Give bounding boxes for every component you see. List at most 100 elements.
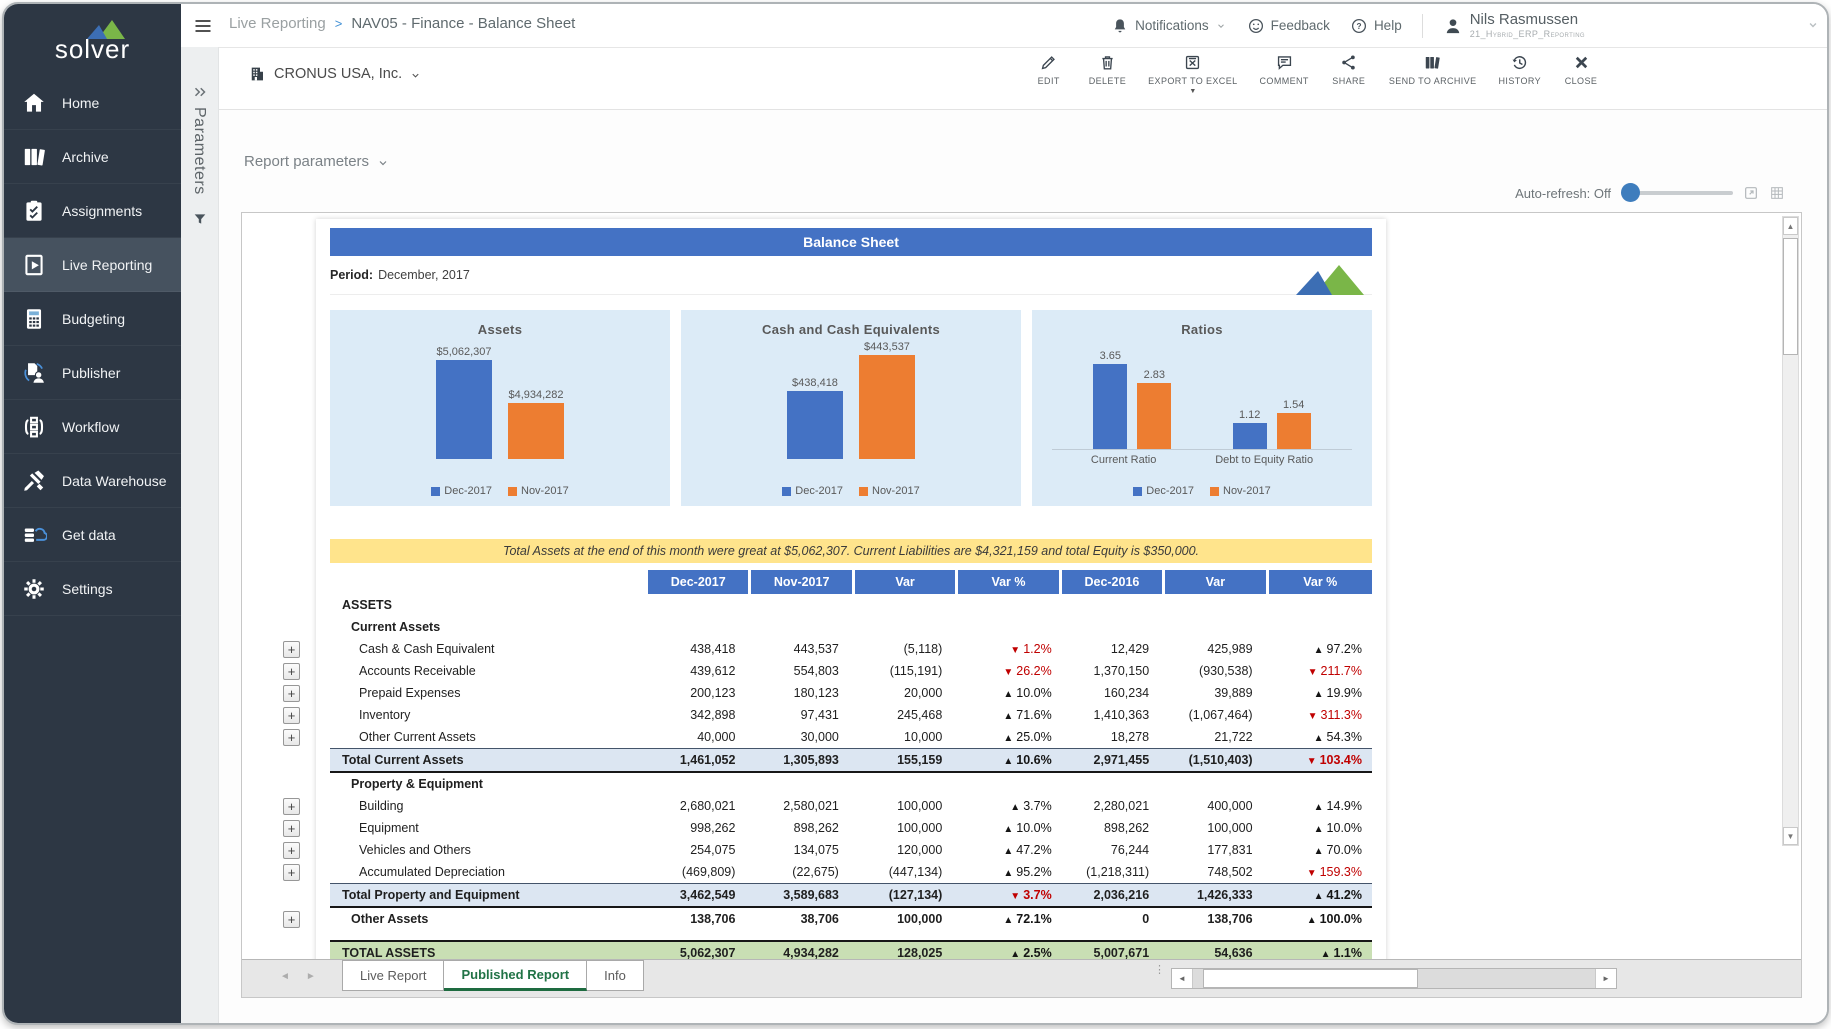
horizontal-scroll-thumb[interactable] bbox=[1203, 969, 1418, 988]
assignments-icon bbox=[21, 198, 47, 224]
scroll-down-button[interactable]: ▼ bbox=[1783, 827, 1798, 845]
vertical-scrollbar[interactable]: ▲ ▼ bbox=[1782, 216, 1799, 846]
bar-value-label: $4,934,282 bbox=[508, 389, 563, 401]
expand-row-button[interactable]: + bbox=[283, 707, 300, 724]
history-button[interactable]: HISTORY bbox=[1499, 53, 1541, 94]
period-value: December, 2017 bbox=[378, 268, 470, 282]
scroll-left-button[interactable]: ◄ bbox=[1172, 969, 1193, 988]
note-text: Total Assets at the end of this month we… bbox=[503, 544, 1199, 558]
edit-button[interactable]: EDIT bbox=[1031, 53, 1067, 94]
column-header[interactable]: Dec-2017 bbox=[648, 570, 751, 594]
column-header[interactable]: Var % bbox=[1269, 570, 1372, 594]
grid-view-icon[interactable] bbox=[1769, 185, 1785, 201]
bar-value-label: $438,418 bbox=[792, 377, 838, 389]
sidebar-item-publisher[interactable]: Publisher bbox=[4, 346, 181, 400]
expand-row-button[interactable]: + bbox=[283, 820, 300, 837]
value-cell: 998,262 bbox=[648, 821, 751, 835]
feedback-button[interactable]: Feedback bbox=[1247, 17, 1330, 35]
vertical-scroll-track[interactable] bbox=[1783, 235, 1798, 827]
expand-row-button[interactable]: + bbox=[283, 641, 300, 658]
trash-icon bbox=[1098, 53, 1117, 72]
sidebar-item-data-warehouse[interactable]: Data Warehouse bbox=[4, 454, 181, 508]
slider-knob[interactable] bbox=[1621, 183, 1640, 202]
column-header[interactable]: Nov-2017 bbox=[751, 570, 854, 594]
user-menu[interactable]: Nils Rasmussen 21_Hybrid_ERP_Reporting bbox=[1443, 12, 1585, 39]
sidebar-item-live-reporting[interactable]: Live Reporting bbox=[4, 238, 181, 292]
variance-percent-value: 311.3% bbox=[1321, 708, 1362, 722]
sidebar-item-workflow[interactable]: Workflow bbox=[4, 400, 181, 454]
help-button[interactable]: ? Help bbox=[1350, 17, 1402, 35]
bar-wrapper: $5,062,307 bbox=[436, 337, 492, 459]
table-row: Prepaid Expenses200,123180,12320,000▲10.… bbox=[330, 682, 1372, 704]
parameters-label[interactable]: Parameters bbox=[190, 107, 208, 195]
value-cell: 160,234 bbox=[1062, 686, 1165, 700]
variance-percent-value: 103.4% bbox=[1320, 753, 1362, 767]
user-name: Nils Rasmussen bbox=[1470, 12, 1585, 29]
sidebar-item-settings[interactable]: Settings bbox=[4, 562, 181, 616]
splitter-handle[interactable]: ⋮ bbox=[1154, 968, 1162, 973]
bar-value-label: 1.12 bbox=[1239, 409, 1260, 421]
auto-refresh-slider[interactable] bbox=[1621, 191, 1733, 195]
sidebar-item-assignments[interactable]: Assignments bbox=[4, 184, 181, 238]
expand-row-button[interactable]: + bbox=[283, 864, 300, 881]
close-button[interactable]: CLOSE bbox=[1563, 53, 1599, 94]
breadcrumb-section[interactable]: Live Reporting bbox=[229, 15, 326, 32]
hamburger-menu-icon[interactable] bbox=[193, 16, 213, 36]
horizontal-scroll-track[interactable] bbox=[1193, 969, 1595, 988]
expand-row-button[interactable]: + bbox=[283, 911, 300, 928]
feedback-label: Feedback bbox=[1271, 18, 1330, 33]
notifications-button[interactable]: Notifications bbox=[1111, 17, 1227, 35]
sidebar-item-archive[interactable]: Archive bbox=[4, 130, 181, 184]
variance-percent-value: 3.7% bbox=[1023, 799, 1052, 813]
comment-button[interactable]: COMMENT bbox=[1260, 53, 1309, 94]
expand-row-button[interactable]: + bbox=[283, 685, 300, 702]
expand-row-button[interactable]: + bbox=[283, 663, 300, 680]
share-button[interactable]: SHARE bbox=[1331, 53, 1367, 94]
expand-row-button[interactable]: + bbox=[283, 798, 300, 815]
tab-scroll-right-icon[interactable]: ► bbox=[306, 971, 316, 982]
table-row: Equipment998,262898,262100,000▲10.0%898,… bbox=[330, 817, 1372, 839]
column-header[interactable]: Var % bbox=[958, 570, 1061, 594]
value-cell: (5,118) bbox=[855, 642, 958, 656]
send-to-archive-button[interactable]: SEND TO ARCHIVE bbox=[1389, 53, 1477, 94]
topbar-actions: Notifications Feedback ? Help Nils Rasmu… bbox=[1111, 4, 1585, 47]
close-icon bbox=[1572, 53, 1591, 72]
expand-row-button[interactable]: + bbox=[283, 842, 300, 859]
sidebar-item-home[interactable]: Home bbox=[4, 76, 181, 130]
expand-parameters-icon[interactable] bbox=[191, 83, 209, 101]
chart-title: Ratios bbox=[1181, 322, 1223, 337]
value-cell: 438,418 bbox=[648, 642, 751, 656]
scroll-up-button[interactable]: ▲ bbox=[1783, 217, 1798, 235]
tab-published-report[interactable]: Published Report bbox=[444, 960, 587, 991]
collapse-topbar-chevron-icon[interactable] bbox=[1806, 18, 1820, 32]
sidebar-item-get-data[interactable]: Get data bbox=[4, 508, 181, 562]
company-selector[interactable]: CRONUS USA, Inc. bbox=[248, 65, 421, 83]
export-to-excel-button[interactable]: EXPORT TO EXCEL▼ bbox=[1148, 53, 1237, 94]
vertical-scroll-thumb[interactable] bbox=[1783, 238, 1798, 355]
report-parameters-toggle[interactable]: Report parameters bbox=[244, 153, 389, 170]
scroll-right-button[interactable]: ► bbox=[1595, 969, 1616, 988]
expand-row-button[interactable]: + bbox=[283, 729, 300, 746]
column-header[interactable]: Dec-2016 bbox=[1062, 570, 1165, 594]
sidebar-item-budgeting[interactable]: Budgeting bbox=[4, 292, 181, 346]
delete-button[interactable]: DELETE bbox=[1089, 53, 1126, 94]
value-cell: 97,431 bbox=[751, 708, 854, 722]
value-cell: 1,426,333 bbox=[1165, 888, 1268, 902]
row-label: Vehicles and Others bbox=[330, 843, 648, 857]
table-row: Accounts Receivable439,612554,803(115,19… bbox=[330, 660, 1372, 682]
tab-live-report[interactable]: Live Report bbox=[342, 960, 444, 991]
tab-scroll-left-icon[interactable]: ◄ bbox=[280, 971, 290, 982]
variance-percent-cell: ▲1.1% bbox=[1269, 946, 1372, 960]
open-in-new-icon[interactable] bbox=[1743, 185, 1759, 201]
chart-legend: Dec-2017Nov-2017 bbox=[1133, 485, 1270, 497]
filter-funnel-icon[interactable] bbox=[192, 211, 208, 227]
column-header[interactable]: Var bbox=[1165, 570, 1268, 594]
tab-info[interactable]: Info bbox=[587, 960, 644, 991]
column-header[interactable]: Var bbox=[855, 570, 958, 594]
horizontal-scrollbar[interactable]: ◄ ► bbox=[1171, 968, 1617, 989]
charts-row: Assets$5,062,307$4,934,282Dec-2017Nov-20… bbox=[330, 310, 1372, 506]
user-organization: 21_Hybrid_ERP_Reporting bbox=[1470, 29, 1585, 39]
value-cell: (469,809) bbox=[648, 865, 751, 879]
publisher-icon bbox=[21, 360, 47, 386]
chart-categories: Current RatioDebt to Equity Ratio bbox=[1032, 454, 1372, 466]
